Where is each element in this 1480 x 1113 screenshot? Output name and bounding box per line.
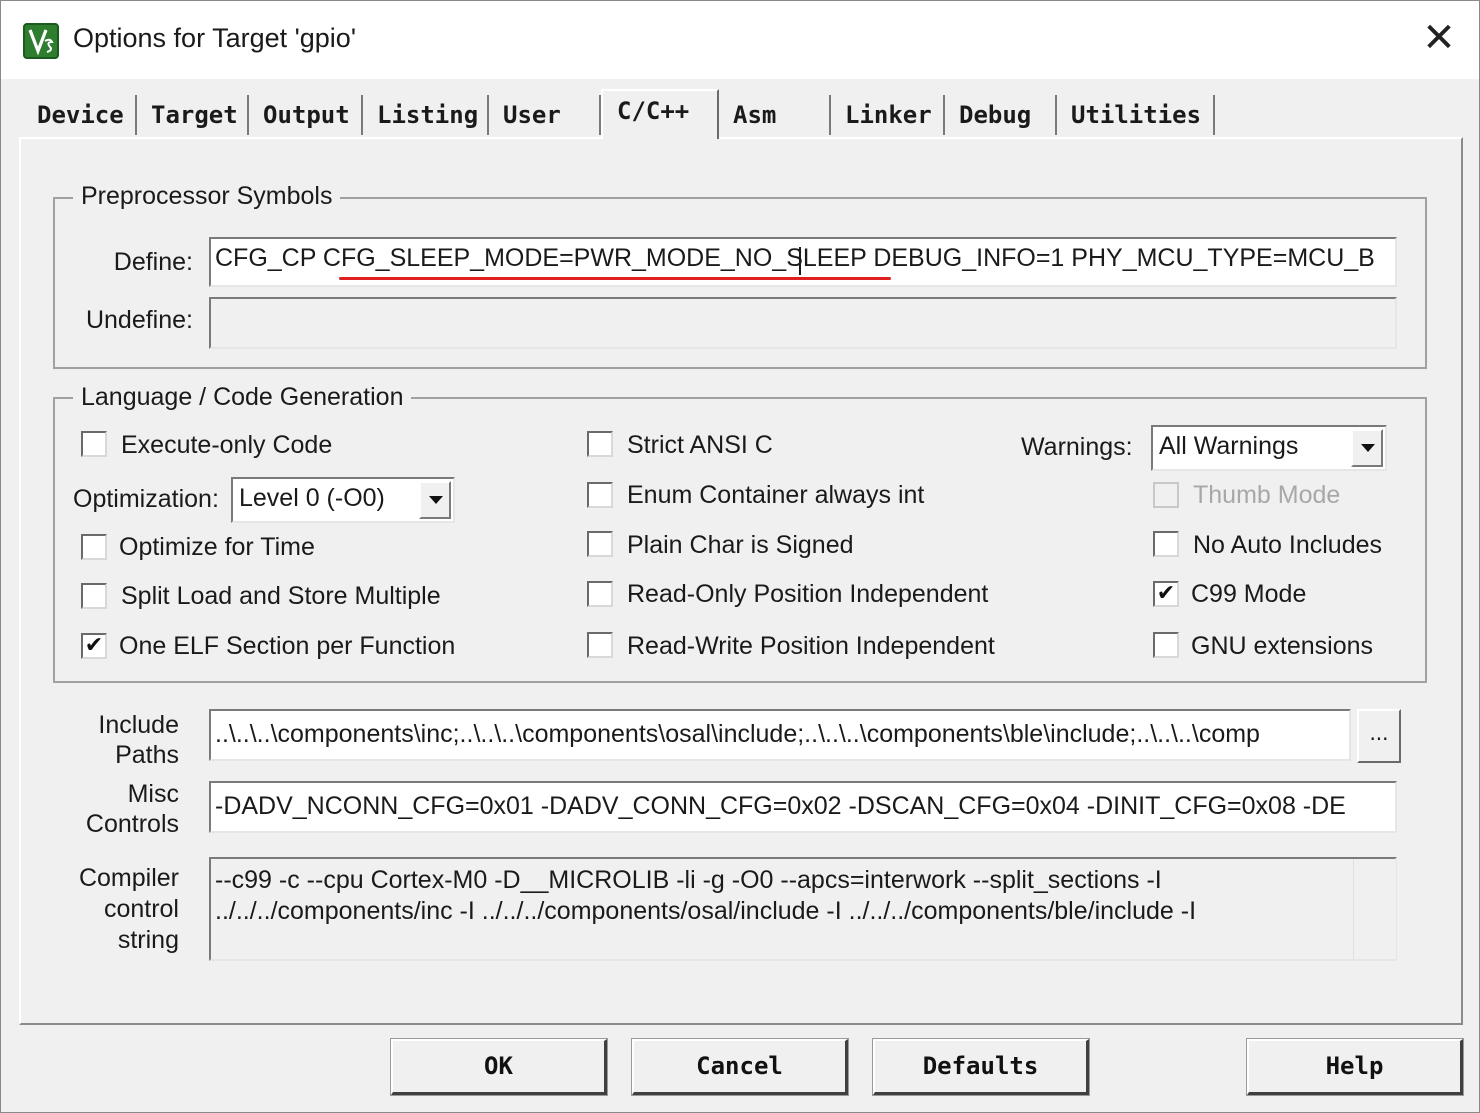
close-icon: ✕ xyxy=(1422,15,1456,61)
warnings-value: All Warnings xyxy=(1159,432,1299,460)
close-button[interactable]: ✕ xyxy=(1413,15,1465,63)
tab-c-cpp[interactable]: C/C++ xyxy=(601,89,719,139)
compiler-control-label-line1: Compiler xyxy=(78,864,179,892)
one-elf-label: One ELF Section per Function xyxy=(119,632,456,660)
execute-only-checkbox[interactable] xyxy=(81,431,107,457)
one-elf-checkbox[interactable]: ✔ xyxy=(81,633,107,659)
tab-listing[interactable]: Listing xyxy=(363,95,489,135)
annotation-underline xyxy=(339,277,891,280)
include-paths-label-line2: Paths xyxy=(115,741,179,769)
misc-controls-input[interactable]: -DADV_NCONN_CFG=0x01 -DADV_CONN_CFG=0x02… xyxy=(209,781,1397,833)
ropi-checkbox[interactable] xyxy=(587,581,613,607)
tab-device[interactable]: Device xyxy=(23,95,137,135)
split-load-checkbox[interactable] xyxy=(81,583,107,609)
define-label: Define: xyxy=(113,248,193,276)
c99-mode-checkbox[interactable]: ✔ xyxy=(1153,581,1179,607)
window-title: Options for Target 'gpio' xyxy=(73,23,356,53)
misc-controls-label: Misc Controls xyxy=(61,779,179,839)
check-mark-icon: ✔ xyxy=(1156,581,1176,606)
execute-only-label: Execute-only Code xyxy=(121,431,333,459)
title-bar: Options for Target 'gpio' ✕ xyxy=(1,1,1479,79)
thumb-mode-checkbox xyxy=(1153,482,1179,508)
compiler-control-label-line3: string xyxy=(117,926,179,954)
text-cursor xyxy=(799,247,801,275)
tab-linker[interactable]: Linker xyxy=(831,95,945,135)
defaults-button[interactable]: Defaults xyxy=(872,1038,1090,1096)
undefine-input[interactable] xyxy=(209,297,1397,349)
ok-button[interactable]: OK xyxy=(390,1038,608,1096)
no-auto-includes-label: No Auto Includes xyxy=(1193,531,1383,559)
gnu-extensions-label: GNU extensions xyxy=(1191,632,1374,660)
tab-output[interactable]: Output xyxy=(249,95,363,135)
language-group-title: Language / Code Generation xyxy=(73,383,412,412)
strict-ansi-label: Strict ANSI C xyxy=(627,431,773,459)
include-paths-label: Include Paths xyxy=(61,710,179,770)
preprocessor-group-title: Preprocessor Symbols xyxy=(73,182,341,211)
gnu-extensions-checkbox[interactable] xyxy=(1153,632,1179,658)
tab-utilities[interactable]: Utilities xyxy=(1057,95,1215,135)
tab-asm[interactable]: Asm xyxy=(719,95,831,135)
chevron-down-icon xyxy=(429,496,443,504)
misc-controls-label-line2: Controls xyxy=(85,810,179,838)
tab-strip: Device Target Output Listing User C/C++ … xyxy=(21,89,1461,139)
browse-include-button[interactable]: ... xyxy=(1357,709,1401,763)
optimization-label: Optimization: xyxy=(73,485,219,513)
misc-controls-label-line1: Misc xyxy=(127,780,179,808)
options-dialog: Options for Target 'gpio' ✕ Device Targe… xyxy=(0,0,1480,1113)
warnings-select[interactable]: All Warnings xyxy=(1151,425,1387,471)
c99-mode-label: C99 Mode xyxy=(1191,580,1307,608)
plain-char-label: Plain Char is Signed xyxy=(627,531,854,559)
compiler-string-scrollbar[interactable] xyxy=(1353,859,1396,959)
tab-user[interactable]: User xyxy=(489,95,601,135)
rwpi-checkbox[interactable] xyxy=(587,632,613,658)
optimization-dropdown-button[interactable] xyxy=(419,481,451,519)
keil-uvision-icon xyxy=(23,23,59,59)
optimization-value: Level 0 (-O0) xyxy=(239,484,385,512)
optimize-time-checkbox[interactable] xyxy=(81,534,107,560)
cancel-button[interactable]: Cancel xyxy=(631,1038,849,1096)
plain-char-checkbox[interactable] xyxy=(587,531,613,557)
tab-target[interactable]: Target xyxy=(137,95,249,135)
ropi-label: Read-Only Position Independent xyxy=(627,580,989,608)
optimize-time-label: Optimize for Time xyxy=(119,533,315,561)
undefine-label: Undefine: xyxy=(85,306,193,334)
include-paths-label-line1: Include xyxy=(98,711,179,739)
chevron-down-icon xyxy=(1361,444,1375,452)
warnings-label: Warnings: xyxy=(1021,433,1133,461)
split-load-label: Split Load and Store Multiple xyxy=(121,582,441,610)
rwpi-label: Read-Write Position Independent xyxy=(627,632,995,660)
strict-ansi-checkbox[interactable] xyxy=(587,431,613,457)
include-paths-input[interactable]: ..\..\..\components\inc;..\..\..\compone… xyxy=(209,709,1351,761)
enum-container-checkbox[interactable] xyxy=(587,482,613,508)
check-mark-icon: ✔ xyxy=(84,633,104,658)
enum-container-label: Enum Container always int xyxy=(627,481,925,509)
compiler-control-label: Compiler control string xyxy=(61,863,179,956)
warnings-dropdown-button[interactable] xyxy=(1351,429,1383,467)
no-auto-includes-checkbox[interactable] xyxy=(1153,531,1179,557)
thumb-mode-label: Thumb Mode xyxy=(1193,481,1341,509)
compiler-control-string: --c99 -c --cpu Cortex-M0 -D__MICROLIB -l… xyxy=(209,857,1397,961)
optimization-select[interactable]: Level 0 (-O0) xyxy=(231,477,455,523)
tab-debug[interactable]: Debug xyxy=(945,95,1057,135)
help-button[interactable]: Help xyxy=(1246,1038,1464,1096)
compiler-control-label-line2: control xyxy=(103,895,179,923)
